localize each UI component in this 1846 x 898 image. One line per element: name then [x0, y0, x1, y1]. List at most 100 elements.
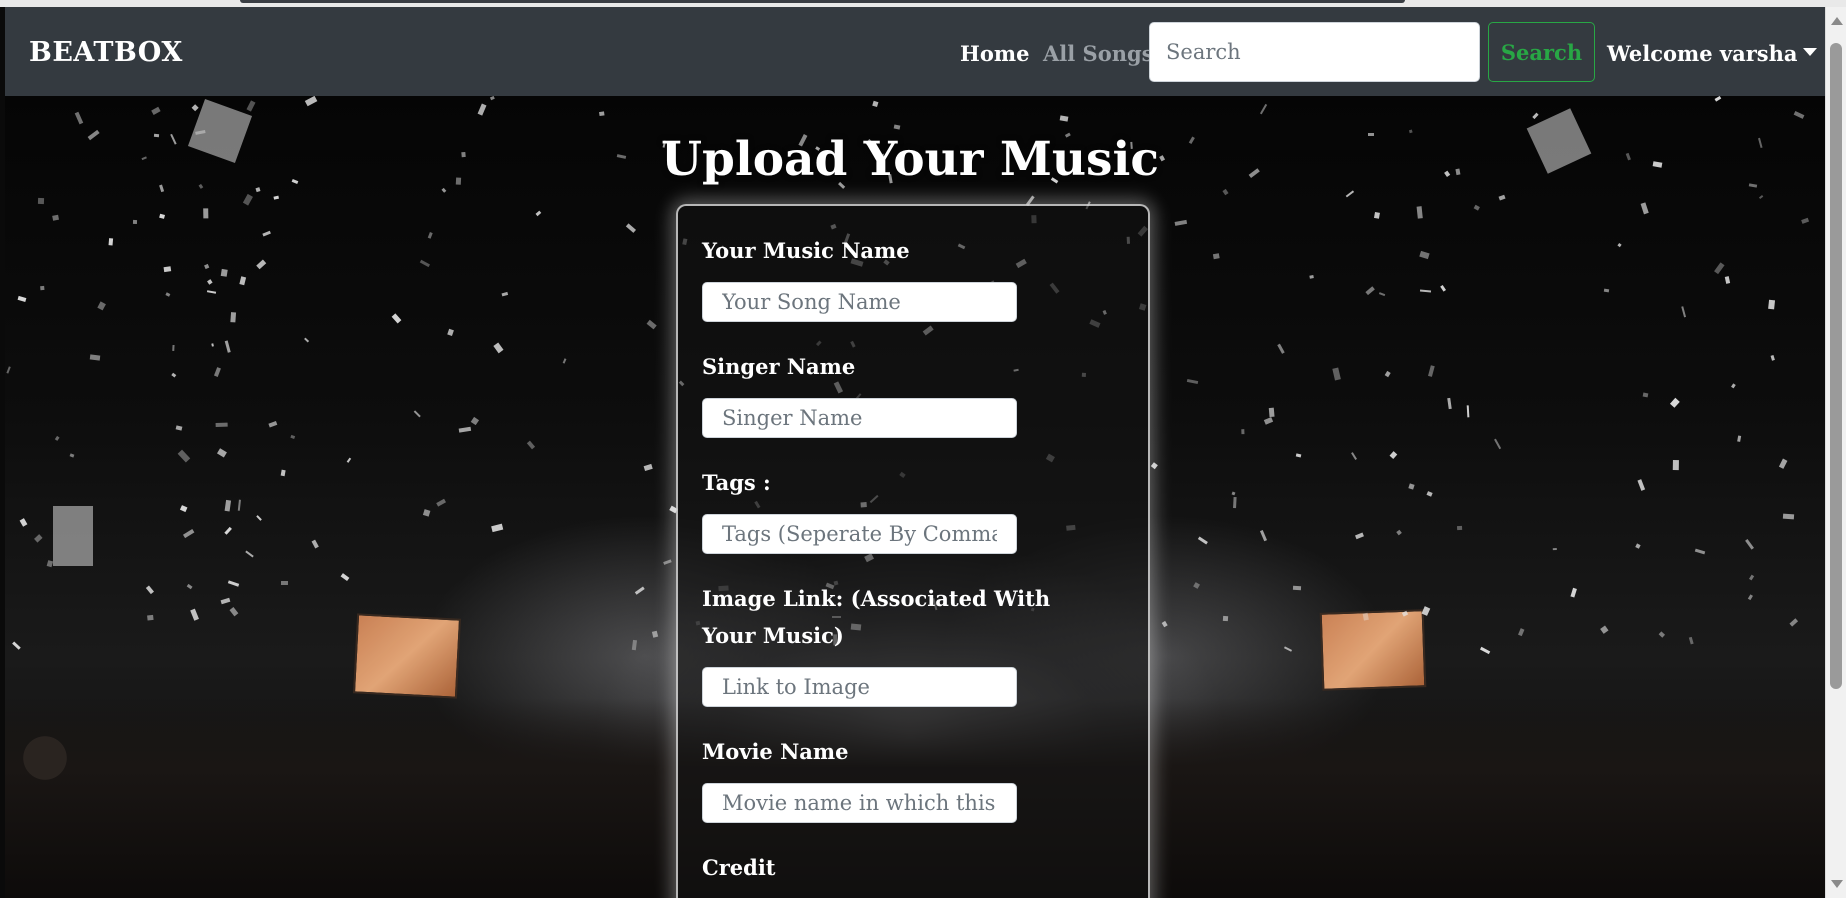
- confetti-piece: [501, 292, 509, 297]
- music-name-label: Your Music Name: [702, 238, 910, 263]
- confetti-piece: [1284, 646, 1293, 653]
- nav-link-home[interactable]: Home: [960, 41, 1029, 66]
- confetti-piece: [216, 423, 229, 428]
- confetti-piece: [1223, 616, 1229, 622]
- user-menu-label: Welcome varsha: [1607, 41, 1798, 66]
- confetti-piece: [1642, 393, 1649, 398]
- confetti-piece: [489, 96, 495, 101]
- upload-form-card: Your Music Name Singer Name Tags : Image…: [676, 204, 1150, 898]
- confetti-piece: [17, 296, 27, 303]
- confetti-piece: [635, 586, 645, 595]
- confetti-piece: [1162, 621, 1168, 628]
- confetti-piece: [893, 124, 901, 130]
- tags-label: Tags :: [702, 470, 771, 495]
- confetti-piece: [631, 640, 638, 651]
- confetti-piece: [1637, 479, 1645, 491]
- confetti-piece: [1293, 585, 1302, 590]
- confetti-piece: [1426, 491, 1434, 498]
- confetti-piece: [1408, 483, 1415, 490]
- music-name-input[interactable]: [702, 282, 1017, 322]
- confetti-piece: [190, 608, 200, 621]
- confetti-piece: [1681, 306, 1687, 318]
- confetti-piece: [1669, 398, 1680, 409]
- confetti-piece: [255, 186, 261, 192]
- page-scrollbar[interactable]: [1825, 7, 1846, 898]
- confetti-piece: [1695, 548, 1706, 555]
- confetti-piece: [346, 457, 352, 464]
- confetti-piece: [1640, 202, 1649, 216]
- confetti-piece: [1466, 405, 1470, 417]
- confetti-piece: [1186, 379, 1198, 385]
- confetti-piece: [413, 410, 422, 418]
- confetti-piece: [290, 434, 296, 439]
- confetti-piece: [69, 453, 75, 458]
- confetti-piece: [526, 440, 535, 450]
- singer-name-label: Singer Name: [702, 354, 856, 379]
- confetti-piece: [1498, 194, 1506, 201]
- user-menu-dropdown[interactable]: Welcome varsha: [1607, 41, 1818, 66]
- stage-screen-right: [1319, 609, 1427, 691]
- tags-input[interactable]: [702, 514, 1017, 554]
- confetti-piece: [34, 534, 43, 543]
- page-title: Upload Your Music: [661, 132, 1159, 187]
- confetti-piece: [535, 210, 542, 217]
- singer-name-input[interactable]: [702, 398, 1017, 438]
- confetti-piece: [1714, 96, 1722, 102]
- image-link-input[interactable]: [702, 667, 1017, 707]
- confetti-piece: [1603, 288, 1610, 293]
- confetti-piece: [1659, 631, 1666, 638]
- confetti-piece: [1198, 536, 1209, 545]
- scroll-up-arrow-icon[interactable]: [1831, 17, 1843, 25]
- confetti-piece: [133, 220, 138, 225]
- confetti-piece: [441, 187, 447, 193]
- confetti-piece: [599, 111, 605, 116]
- confetti-piece: [159, 213, 166, 219]
- confetti-piece: [256, 515, 263, 521]
- search-input[interactable]: [1149, 22, 1480, 82]
- confetti-piece: [206, 289, 217, 294]
- search-button[interactable]: Search: [1488, 22, 1595, 82]
- confetti-piece: [1213, 253, 1220, 259]
- confetti-piece: [210, 342, 214, 347]
- nav-link-all-songs[interactable]: All Songs: [1043, 41, 1154, 66]
- confetti-piece: [11, 641, 21, 650]
- confetti-piece: [37, 198, 44, 205]
- scrollbar-thumb[interactable]: [1830, 43, 1842, 689]
- confetti-piece: [1517, 628, 1524, 637]
- confetti-piece: [1778, 458, 1788, 469]
- confetti-piece: [1532, 113, 1540, 120]
- scroll-down-arrow-icon[interactable]: [1831, 880, 1843, 888]
- confetti-piece: [183, 529, 195, 539]
- confetti-piece: [1494, 438, 1502, 450]
- confetti-piece: [1801, 218, 1810, 224]
- confetti-piece: [1673, 459, 1680, 470]
- confetti-piece: [1768, 299, 1776, 310]
- confetti-piece: [1635, 543, 1641, 549]
- brand-logo[interactable]: BEATBOX: [29, 37, 183, 68]
- confetti-piece: [108, 237, 114, 246]
- crowd-sign: [53, 506, 93, 566]
- confetti-piece: [1345, 190, 1354, 198]
- credit-label: Credit: [702, 855, 776, 880]
- confetti-piece: [491, 524, 503, 533]
- movie-name-input[interactable]: [702, 783, 1017, 823]
- confetti-piece: [186, 584, 193, 590]
- confetti-piece: [1417, 206, 1424, 219]
- movie-name-label: Movie Name: [702, 739, 849, 764]
- confetti-piece: [40, 286, 45, 291]
- confetti-piece: [281, 469, 287, 477]
- confetti-piece: [651, 630, 659, 639]
- confetti-piece: [1439, 285, 1446, 293]
- confetti-piece: [146, 585, 155, 595]
- confetti-piece: [268, 420, 278, 427]
- confetti-piece: [1365, 286, 1375, 296]
- confetti-piece: [19, 517, 28, 527]
- confetti-piece: [562, 358, 567, 365]
- confetti-piece: [163, 266, 172, 273]
- confetti-piece: [6, 366, 12, 374]
- confetti-piece: [203, 208, 209, 219]
- confetti-piece: [1748, 574, 1755, 581]
- confetti-piece: [646, 319, 657, 330]
- confetti-piece: [46, 560, 53, 568]
- confetti-piece: [1418, 251, 1430, 260]
